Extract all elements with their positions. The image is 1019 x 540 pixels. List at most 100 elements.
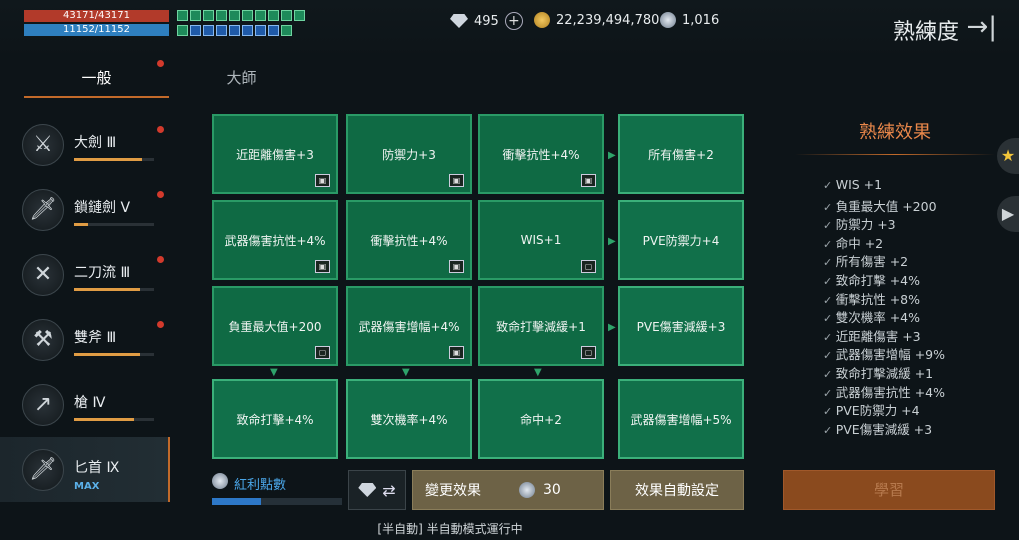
buff-icon [203,25,214,36]
dual-axes-icon: ⚒ [22,319,64,361]
buff-icon [255,25,266,36]
effects-title: 熟練效果 [859,122,931,143]
effect-item: 命中 +2 [823,233,995,252]
lock-icon: ▣ [581,174,596,187]
buff-icon [203,10,214,21]
effect-item: 雙次機率 +4% [823,307,995,326]
weapon-name: 鎖鏈劍 Ⅴ [74,200,131,216]
unlock-icon: ▢ [581,260,596,273]
dagger-icon: 🗡 [22,449,64,491]
grid-cell[interactable]: 近距離傷害+3 ▣ [212,114,338,194]
grid-cell[interactable]: PVE傷害減緩+3 [618,286,744,366]
weapon-name: 大劍 Ⅲ [74,135,117,151]
grid-cell[interactable]: 武器傷害抗性+4% ▣ [212,200,338,280]
bonus-points: 紅利點數 [212,472,342,512]
bonus-orb-icon [212,473,228,489]
dual-blades-icon: ✕ [22,254,64,296]
buff-icon [255,10,266,21]
weapon-name: 雙斧 Ⅲ [74,330,117,346]
cell-label: 負重最大值+200 [228,319,322,334]
grid-cell[interactable]: 雙次機率+4% [346,379,472,459]
effect-item: 負重最大值 +200 [823,196,995,215]
arrow-right-icon: ▶ [608,236,616,247]
mp-bar: 11152/11152 [24,24,169,36]
play-icon[interactable]: ▶ [997,196,1019,232]
effect-item: 致命打擊 +4% [823,270,995,289]
buff-icon [177,25,188,36]
buff-icon [294,10,305,21]
cell-label: 衝擊抗性+4% [502,147,580,162]
star-icon[interactable]: ★ [997,138,1019,174]
cell-label: WIS+1 [520,233,562,247]
buff-icon [229,25,240,36]
weapon-item-dual-axes[interactable]: ⚒ 雙斧 Ⅲ [0,307,170,372]
unlock-icon: ▢ [581,346,596,359]
tab-bar: 一般 大師 [24,60,334,98]
effect-item: 衝擊抗性 +8% [823,289,995,308]
grid-cell[interactable]: WIS+1 ▢ [478,200,604,280]
notification-dot [157,321,164,328]
cell-label: 武器傷害抗性+4% [224,233,326,248]
weapon-item-dagger[interactable]: 🗡 匕首 Ⅸ MAX [0,437,170,502]
buff-icon [216,10,227,21]
cell-label: 所有傷害+2 [648,147,714,162]
notification-dot [157,60,164,67]
grid-cell[interactable]: 致命打擊減緩+1 ▢ [478,286,604,366]
greatsword-icon: ⚔ [22,124,64,166]
arrow-down-icon: ▼ [270,367,278,378]
lock-icon: ▣ [449,346,464,359]
lock-icon: ▣ [449,174,464,187]
grid-cell[interactable]: 致命打擊+4% [212,379,338,459]
grid-cell[interactable]: 武器傷害增幅+4% ▣ [346,286,472,366]
grid-cell[interactable]: 負重最大值+200 ▢ [212,286,338,366]
tab-master[interactable]: 大師 [169,62,314,98]
chainsword-icon: 🗡 [22,189,64,231]
orb-icon [519,482,535,498]
weapon-item-dual-blades[interactable]: ✕ 二刀流 Ⅲ [0,242,170,307]
auto-set-button[interactable]: 效果自動設定 [610,470,744,510]
add-diamond-button[interactable]: + [504,12,523,30]
tab-general[interactable]: 一般 [24,62,169,98]
arrow-down-icon: ▼ [534,367,542,378]
learn-button[interactable]: 學習 [783,470,995,510]
lock-icon: ▣ [315,260,330,273]
lock-icon: ▣ [449,260,464,273]
grid-cell[interactable]: PVE防禦力+4 [618,200,744,280]
buff-icon [268,10,279,21]
effect-item: 武器傷害增幅 +9% [823,344,995,363]
change-cost: 30 [543,482,561,498]
weapon-progress [74,418,154,421]
arrow-right-icon: ▶ [608,322,616,333]
grid-cell[interactable]: 衝擊抗性+4% ▣ [346,200,472,280]
effect-item: WIS +1 [823,177,995,196]
cell-label: PVE防禦力+4 [642,233,720,248]
exit-icon[interactable]: →| [966,12,997,42]
cell-label: 武器傷害增幅+4% [358,319,460,334]
grid-cell[interactable]: 所有傷害+2 [618,114,744,194]
grid-cell[interactable]: 武器傷害增幅+5% [618,379,744,459]
lock-icon: ▣ [315,174,330,187]
swap-button[interactable]: ⇄ [348,470,406,510]
top-bar: 43171/43171 11152/11152 495 + 22,239,494… [0,0,1019,60]
buff-icon [268,25,279,36]
gold-coin-icon [534,12,550,28]
unlock-icon: ▢ [315,346,330,359]
buff-icon [216,25,227,36]
proficiency-grid: 近距離傷害+3 ▣ 防禦力+3 ▣ 衝擊抗性+4% ▣ ▶ 所有傷害+2 武器傷害抗性… [212,114,747,464]
cell-label: 致命打擊減緩+1 [496,319,586,334]
buff-icon [229,10,240,21]
cell-label: 雙次機率+4% [370,412,448,427]
grid-cell[interactable]: 防禦力+3 ▣ [346,114,472,194]
weapon-name: 槍 Ⅳ [74,395,106,411]
weapon-item-greatsword[interactable]: ⚔ 大劍 Ⅲ [0,112,170,177]
change-effect-button[interactable]: 變更效果 30 [412,470,604,510]
orb-amount: 1,016 [682,12,720,28]
buff-icon [242,10,253,21]
weapon-item-spear[interactable]: ↗ 槍 Ⅳ [0,372,170,437]
weapon-item-chainsword[interactable]: 🗡 鎖鏈劍 Ⅴ [0,177,170,242]
weapon-list: ⚔ 大劍 Ⅲ 🗡 鎖鏈劍 Ⅴ ✕ 二刀流 Ⅲ ⚒ 雙斧 Ⅲ ↗ 槍 Ⅳ 🗡 匕首… [0,112,170,512]
max-badge: MAX [74,481,100,492]
grid-cell[interactable]: 命中+2 [478,379,604,459]
grid-cell[interactable]: 衝擊抗性+4% ▣ [478,114,604,194]
buff-icon [281,25,292,36]
